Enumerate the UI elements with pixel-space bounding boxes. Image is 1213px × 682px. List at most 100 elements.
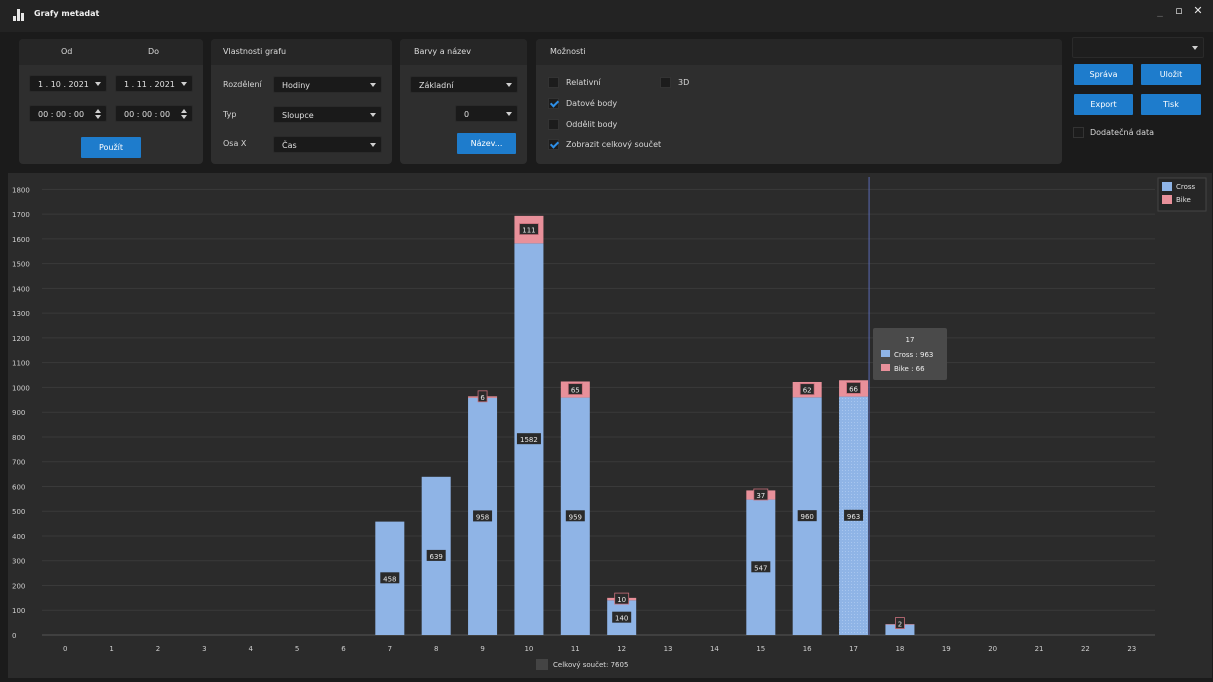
x-tick-label: 19 xyxy=(942,645,951,653)
apply-button[interactable]: Použít xyxy=(81,137,141,158)
data-label-bike: 10 xyxy=(617,596,626,604)
x-tick-label: 7 xyxy=(388,645,392,653)
export-button[interactable]: Export xyxy=(1074,94,1133,115)
x-tick-label: 10 xyxy=(524,645,533,653)
separate-points-label: Oddělit body xyxy=(566,120,618,129)
maximize-button[interactable]: ▫ xyxy=(1171,4,1187,18)
from-header: Od xyxy=(61,47,73,56)
data-label-bike: 65 xyxy=(571,387,580,395)
data-label-cross: 963 xyxy=(847,513,860,521)
y-tick-label: 1800 xyxy=(12,186,30,194)
from-date-picker[interactable]: 1 . 10 . 2021 xyxy=(29,75,107,92)
x-tick-label: 14 xyxy=(710,645,719,653)
from-time-spinner[interactable]: 00 : 00 : 00 xyxy=(29,105,107,122)
y-tick-label: 500 xyxy=(12,508,25,516)
extra-data-checkbox[interactable] xyxy=(1073,127,1084,138)
colors-title: Barvy a název xyxy=(414,47,471,56)
split-select[interactable]: Hodiny xyxy=(273,76,382,93)
stacked-bar-chart[interactable]: 0100200300400500600700800900100011001200… xyxy=(8,173,1212,678)
total-label: Celkový součet: 7605 xyxy=(553,661,628,669)
options-panel: Možnosti Relativní 3D Datové body Odděli… xyxy=(536,39,1062,164)
x-tick-label: 15 xyxy=(756,645,765,653)
y-tick-label: 900 xyxy=(12,409,25,417)
x-tick-label: 4 xyxy=(248,645,253,653)
chevron-down-icon xyxy=(370,143,376,147)
y-tick-label: 1300 xyxy=(12,310,30,318)
spin-down-icon[interactable] xyxy=(181,115,187,119)
x-tick-label: 1 xyxy=(109,645,113,653)
data-points-checkbox[interactable] xyxy=(548,98,559,109)
separate-points-checkbox[interactable] xyxy=(548,119,559,130)
y-tick-label: 1500 xyxy=(12,261,30,269)
graph-properties-title: Vlastnosti grafu xyxy=(223,47,287,56)
x-tick-label: 17 xyxy=(849,645,858,653)
manage-button[interactable]: Správa xyxy=(1074,64,1133,85)
spin-down-icon[interactable] xyxy=(95,115,101,119)
xaxis-select[interactable]: Čas xyxy=(273,136,382,153)
minimize-button[interactable]: _ xyxy=(1152,4,1168,18)
x-tick-label: 12 xyxy=(617,645,626,653)
graph-properties-panel: Vlastnosti grafu Rozdělení Hodiny Typ Sl… xyxy=(211,39,392,164)
data-label-cross: 547 xyxy=(754,564,767,572)
to-date-picker[interactable]: 1 . 11 . 2021 xyxy=(115,75,193,92)
x-tick-label: 6 xyxy=(341,645,346,653)
x-tick-label: 22 xyxy=(1081,645,1090,653)
extra-data-label: Dodatečná data xyxy=(1090,128,1155,137)
name-button[interactable]: Název... xyxy=(457,133,516,154)
date-range-panel: Od Do 1 . 10 . 2021 1 . 11 . 2021 00 : 0… xyxy=(19,39,203,164)
spin-up-icon[interactable] xyxy=(181,109,187,113)
palette-select[interactable]: Základní xyxy=(410,76,518,93)
y-tick-label: 1000 xyxy=(12,384,30,392)
tooltip-swatch-bike xyxy=(881,364,890,371)
total-swatch xyxy=(536,659,548,670)
type-label: Typ xyxy=(223,110,237,119)
tooltip-cross: Cross : 963 xyxy=(894,351,933,359)
chevron-down-icon xyxy=(506,112,512,116)
split-label: Rozdělení xyxy=(223,80,262,89)
tooltip-title: 17 xyxy=(906,336,915,344)
chart-area[interactable]: 0 100 200 300 400 500 600 700 800 900 1000 1100 1200… xyxy=(8,173,1212,678)
chevron-down-icon xyxy=(370,83,376,87)
data-label-bike: 37 xyxy=(756,492,765,500)
x-tick-label: 8 xyxy=(434,645,438,653)
window-title: Grafy metadat xyxy=(34,9,100,18)
close-button[interactable]: ✕ xyxy=(1190,4,1206,18)
to-header: Do xyxy=(148,47,160,56)
data-label-bike: 62 xyxy=(803,387,812,395)
chevron-down-icon xyxy=(370,113,376,117)
data-label-cross: 140 xyxy=(615,615,628,623)
spin-up-icon[interactable] xyxy=(95,109,101,113)
y-tick-label: 1400 xyxy=(12,285,30,293)
y-tick-label: 1600 xyxy=(12,236,30,244)
y-tick-label: 400 xyxy=(12,533,25,541)
show-total-checkbox[interactable] xyxy=(548,139,559,150)
chevron-down-icon xyxy=(181,82,187,86)
x-tick-label: 21 xyxy=(1035,645,1044,653)
color-index-select[interactable]: 0 xyxy=(455,105,518,122)
print-button[interactable]: Tisk xyxy=(1141,94,1201,115)
3d-checkbox[interactable] xyxy=(660,77,671,88)
y-tick-label: 800 xyxy=(12,434,25,442)
legend-label: Bike xyxy=(1176,196,1191,204)
tooltip-bike: Bike : 66 xyxy=(894,365,925,373)
data-label-cross: 958 xyxy=(476,513,489,521)
show-total-label: Zobrazit celkový součet xyxy=(566,140,662,149)
tooltip-swatch-cross xyxy=(881,350,890,357)
x-tick-label: 5 xyxy=(295,645,299,653)
y-tick-label: 200 xyxy=(12,582,25,590)
y-tick-label: 700 xyxy=(12,459,25,467)
preset-select[interactable] xyxy=(1072,37,1204,58)
save-button[interactable]: Uložit xyxy=(1141,64,1201,85)
relative-checkbox[interactable] xyxy=(548,77,559,88)
y-tick-label: 1700 xyxy=(12,211,30,219)
relative-label: Relativní xyxy=(566,78,601,87)
data-label-bike: 6 xyxy=(480,394,485,402)
y-tick-label: 300 xyxy=(12,558,25,566)
x-tick-label: 2 xyxy=(156,645,160,653)
to-time-spinner[interactable]: 00 : 00 : 00 xyxy=(115,105,193,122)
title-bar: Grafy metadat _ ▫ ✕ xyxy=(0,0,1213,32)
type-select[interactable]: Sloupce xyxy=(273,106,382,123)
y-tick-label: 0 xyxy=(12,632,16,640)
3d-label: 3D xyxy=(678,78,690,87)
options-title: Možnosti xyxy=(550,47,586,56)
